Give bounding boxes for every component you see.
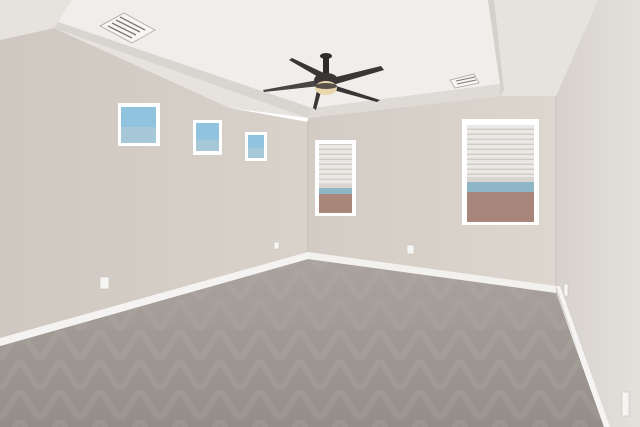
- room-scene: [0, 0, 640, 427]
- outlet-icon: [99, 276, 110, 290]
- small-window-1: [118, 103, 160, 146]
- small-window-2: [193, 120, 222, 155]
- outlet-icon: [621, 391, 630, 417]
- small-window-3: [245, 132, 267, 161]
- window-back-left: [315, 140, 356, 216]
- outlet-icon: [406, 244, 415, 255]
- outlet-icon: [273, 241, 280, 250]
- window-back-right: [462, 119, 539, 225]
- outlet-icon: [563, 283, 569, 297]
